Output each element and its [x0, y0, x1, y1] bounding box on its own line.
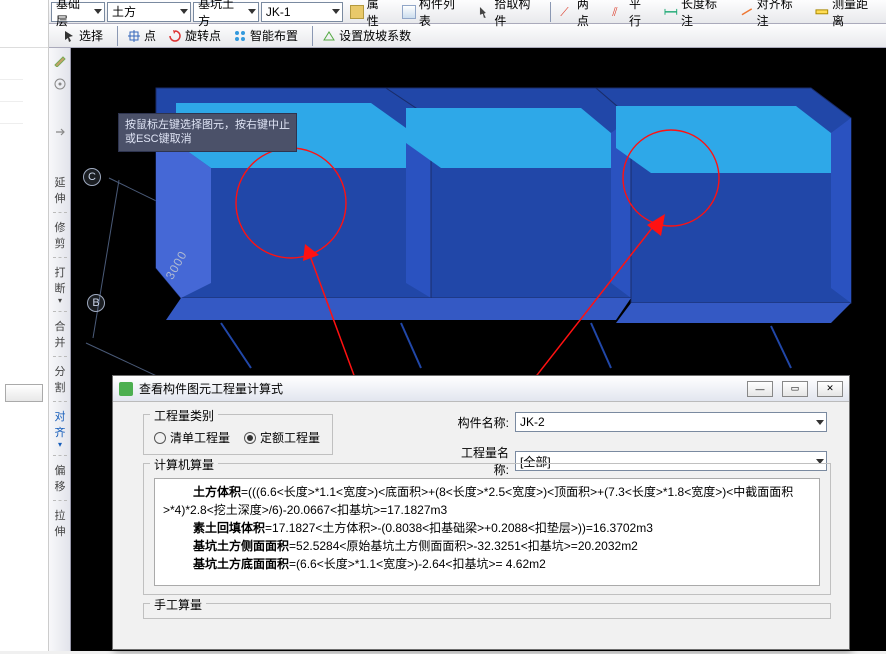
dialog-titlebar[interactable]: 查看构件图元工程量计算式 — ▭ ✕ [113, 376, 849, 402]
rotate-icon [168, 29, 182, 43]
side-split[interactable]: 分割 [55, 359, 66, 399]
side-align[interactable]: 对齐▾ [55, 404, 66, 453]
btn-align-dim[interactable]: 对齐标注 [735, 2, 809, 22]
calc-dialog: 查看构件图元工程量计算式 — ▭ ✕ 工程量类别 清单工程量 定额工程量 构件名… [112, 375, 850, 650]
btn-select[interactable]: 选择 [57, 26, 113, 46]
dialog-title: 查看构件图元工程量计算式 [139, 380, 738, 397]
group-manual-calc: 手工算量 [143, 603, 831, 619]
close-button[interactable]: ✕ [817, 381, 843, 397]
parallel-icon: ⫽ [612, 5, 626, 19]
two-point-icon: ⟋ [560, 5, 574, 19]
btn-component-list[interactable]: 构件列表 [397, 2, 471, 22]
side-labels: 延伸 修剪 打断▾ 合并 分割 对齐▾ 偏移 拉伸 [50, 170, 70, 543]
radio-quota-qty[interactable]: 定额工程量 [244, 429, 320, 446]
file-strip-button[interactable] [5, 384, 43, 402]
component-name-label: 构件名称: [451, 414, 509, 431]
btn-point[interactable]: 点 [122, 26, 161, 46]
minimize-button[interactable]: — [747, 381, 773, 397]
point-icon [127, 29, 141, 43]
component-name-select[interactable]: JK-2 [515, 412, 827, 432]
dialog-body: 工程量类别 清单工程量 定额工程量 构件名称: JK-2 工程量名称: [全部]… [113, 402, 849, 619]
blank-icon[interactable] [49, 96, 70, 120]
arrow-icon[interactable] [49, 120, 70, 144]
hint-tooltip: 按鼠标左键选择图元，按右键中止 或ESC键取消 [118, 113, 297, 152]
side-extend[interactable]: 延伸 [55, 170, 66, 210]
btn-measure[interactable]: 测量距离 [810, 2, 884, 22]
axis-B: B [87, 294, 105, 312]
side-offset[interactable]: 偏移 [55, 458, 66, 498]
btn-smart-layout[interactable]: 智能布置 [228, 26, 308, 46]
file-strip [0, 0, 49, 651]
btn-slope[interactable]: 设置放坡系数 [317, 26, 421, 46]
file-strip-top [0, 0, 48, 48]
dropdown-floor[interactable]: 基础层 [51, 2, 105, 22]
manual-calc-legend: 手工算量 [150, 596, 206, 613]
axis-C: C [83, 168, 101, 186]
machine-calc-legend: 计算机算量 [150, 456, 218, 473]
dialog-icon [119, 382, 133, 396]
side-trim[interactable]: 修剪 [55, 215, 66, 255]
group-qty-legend: 工程量类别 [150, 407, 218, 424]
cursor-icon [62, 29, 76, 43]
btn-length-dim[interactable]: 长度标注 [659, 2, 733, 22]
align-dim-icon [740, 5, 754, 19]
ruler-icon [815, 5, 829, 19]
side-stretch[interactable]: 拉伸 [55, 503, 66, 543]
side-merge[interactable]: 合并 [55, 314, 66, 354]
btn-pick-component[interactable]: 拾取构件 [473, 2, 547, 22]
radio-bill-qty[interactable]: 清单工程量 [154, 429, 230, 446]
calc-output[interactable]: 土方体积=(((6.6<长度>*1.1<宽度>)<底面积>+(8<长度>*2.5… [154, 478, 820, 586]
toolbar-primary: 基础层 土方 基坑土方 JK-1 属性 构件列表 拾取构件 ⟋两点 ⫽平行 长度… [49, 0, 886, 24]
dropdown-subcategory[interactable]: 基坑土方 [193, 2, 259, 22]
group-machine-calc: 计算机算量 土方体积=(((6.6<长度>*1.1<宽度>)<底面积>+(8<长… [143, 463, 831, 595]
smart-icon [233, 29, 247, 43]
dropdown-component[interactable]: JK-1 [261, 2, 343, 22]
btn-rotate-point[interactable]: 旋转点 [163, 26, 226, 46]
list-icon [402, 5, 416, 19]
btn-two-point[interactable]: ⟋两点 [555, 2, 605, 22]
picker-icon [478, 5, 492, 19]
side-break[interactable]: 打断▾ [55, 260, 66, 309]
dropdown-category[interactable]: 土方 [107, 2, 191, 22]
maximize-button[interactable]: ▭ [782, 381, 808, 397]
group-qty-type: 工程量类别 清单工程量 定额工程量 [143, 414, 333, 455]
slope-icon [322, 29, 336, 43]
btn-attributes[interactable]: 属性 [345, 2, 395, 22]
file-strip-icons[interactable] [0, 58, 23, 124]
target-icon[interactable] [49, 72, 70, 96]
btn-parallel[interactable]: ⫽平行 [607, 2, 657, 22]
dim-icon [664, 5, 678, 19]
attr-icon [350, 5, 364, 19]
brush-icon[interactable] [49, 48, 70, 72]
